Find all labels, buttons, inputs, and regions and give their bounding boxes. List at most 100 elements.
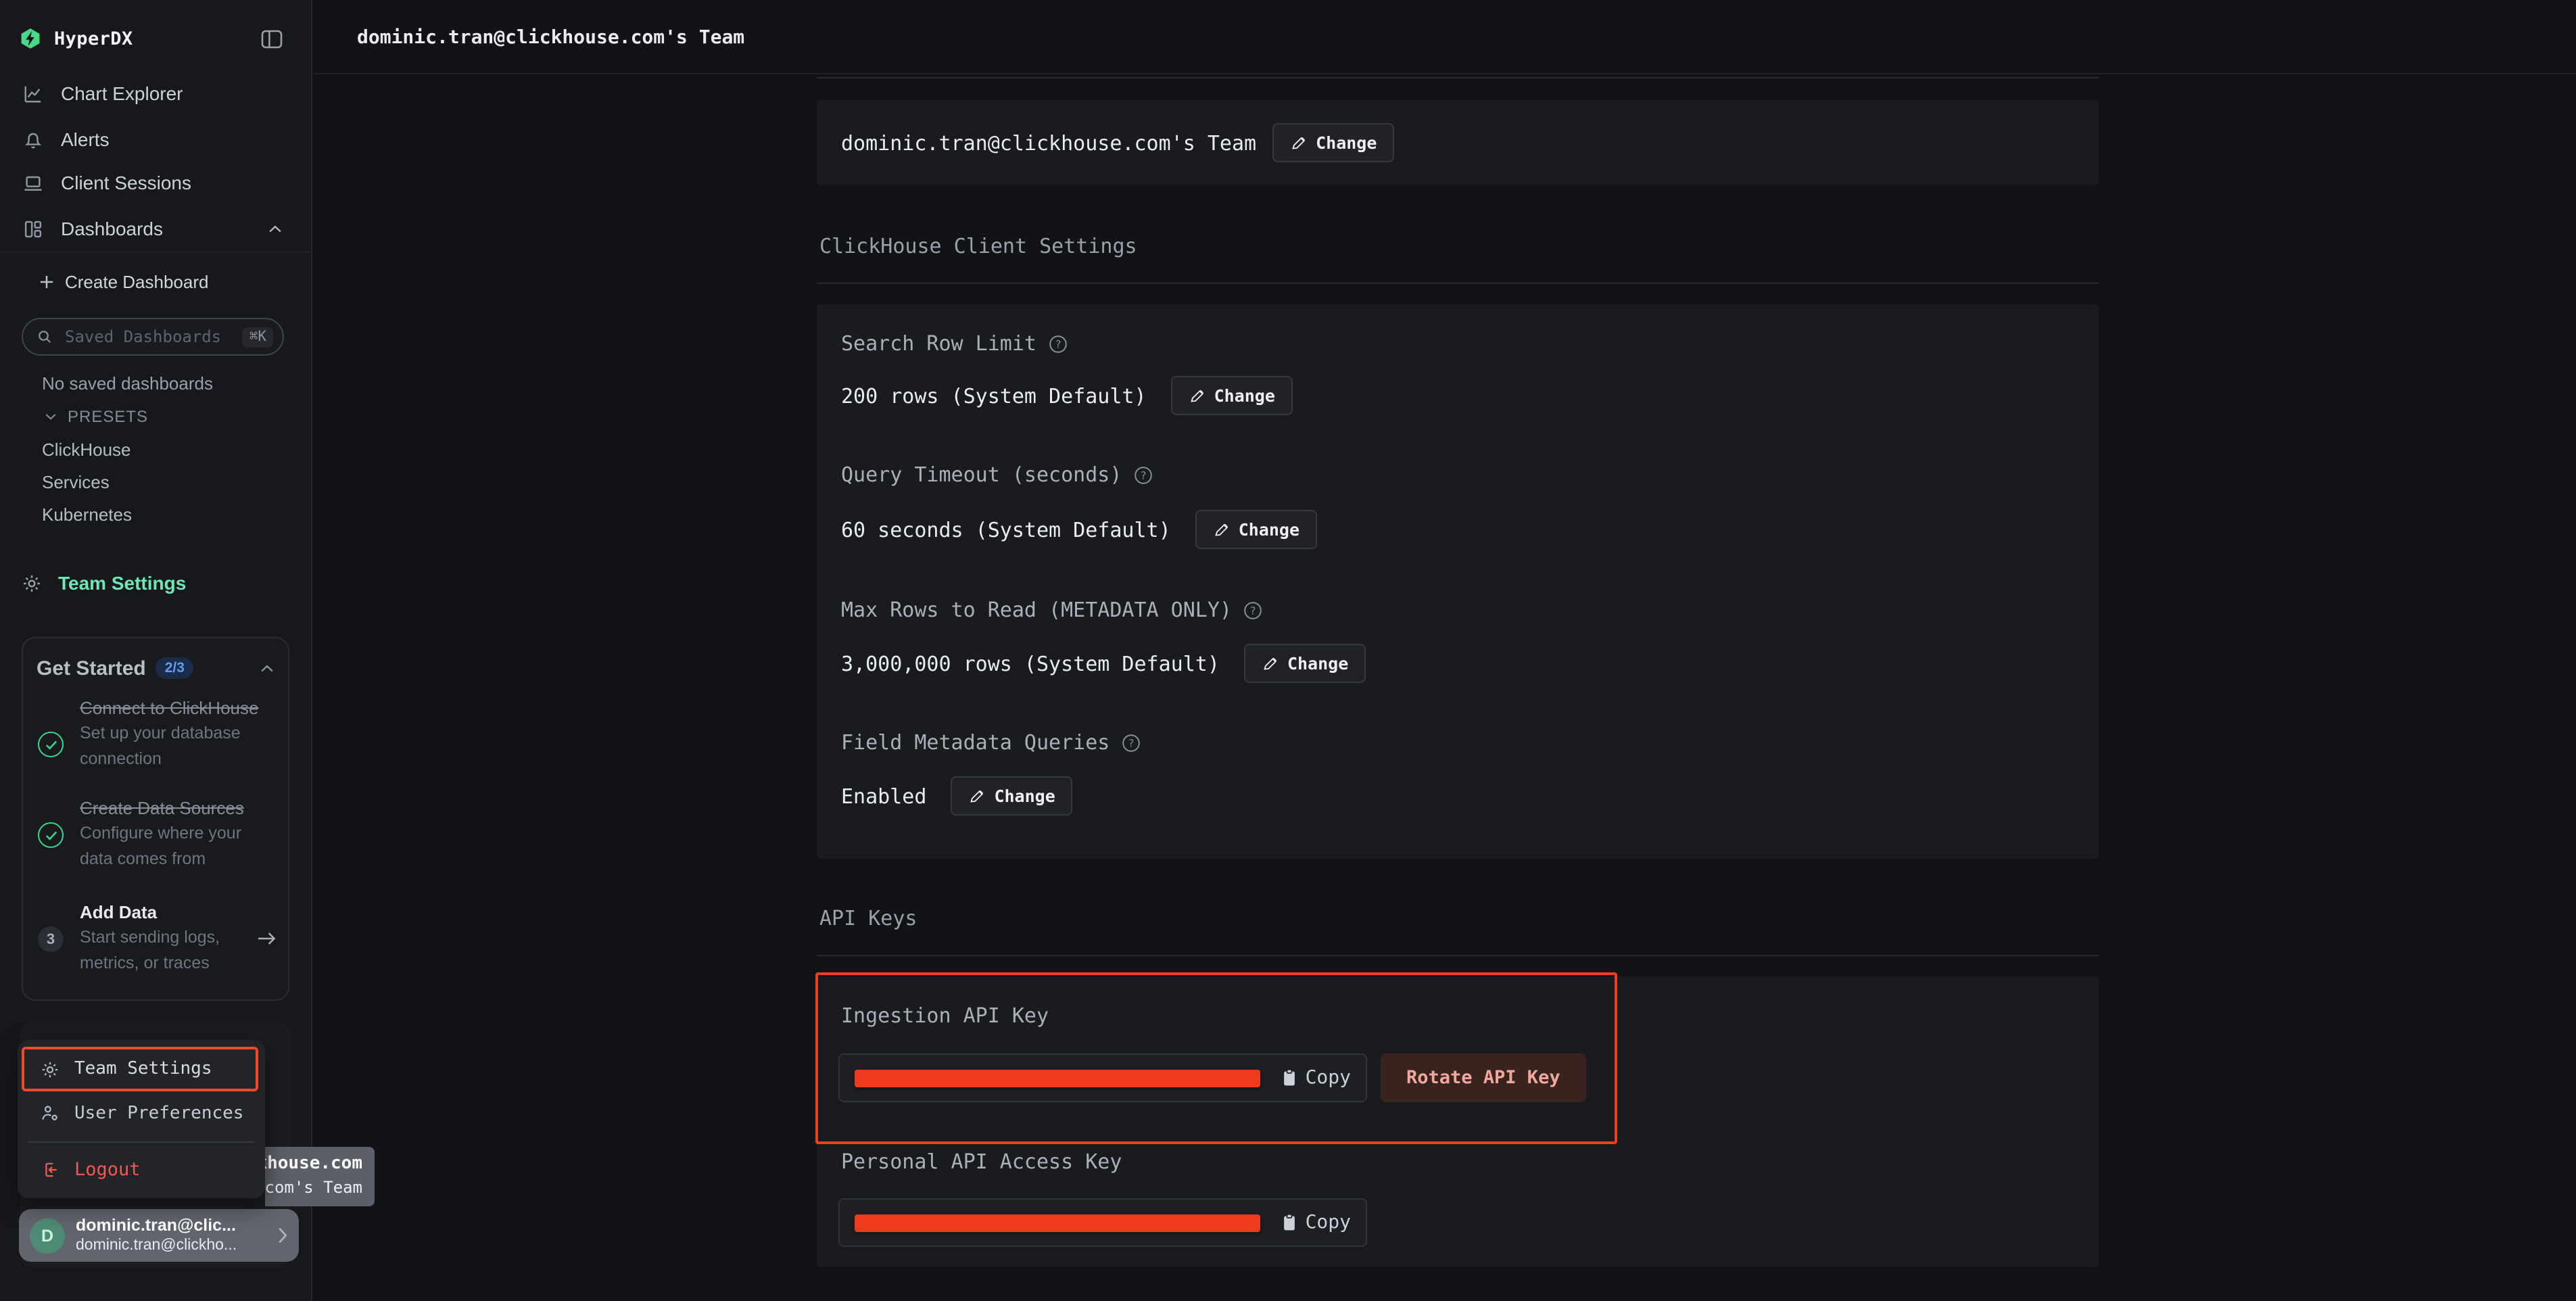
personal-key-field: Copy bbox=[838, 1198, 1367, 1247]
user-email: dominic.tran@clickho... bbox=[76, 1236, 237, 1255]
section-divider bbox=[817, 283, 2099, 284]
change-label: Change bbox=[1287, 653, 1348, 673]
section-title-client-settings: ClickHouse Client Settings bbox=[819, 234, 1137, 258]
ingestion-key-field: Copy bbox=[838, 1054, 1367, 1102]
page-header: dominic.tran@clickhouse.com's Team bbox=[314, 0, 2576, 74]
sidebar-item-chart-explorer[interactable]: Chart Explorer bbox=[0, 74, 311, 112]
change-label: Change bbox=[994, 786, 1055, 806]
change-label: Change bbox=[1316, 133, 1377, 153]
chevron-up-icon bbox=[268, 224, 283, 233]
preset-clickhouse[interactable]: ClickHouse bbox=[42, 440, 131, 460]
ingestion-key-label: Ingestion API Key bbox=[841, 1003, 1049, 1028]
tooltip-email: dominic.tran@clickhouse.com bbox=[265, 1152, 362, 1177]
create-dashboard-button[interactable]: Create Dashboard bbox=[0, 264, 311, 300]
user-name: dominic.tran@clic... bbox=[76, 1216, 237, 1236]
sidebar-item-client-sessions[interactable]: Client Sessions bbox=[0, 164, 311, 202]
presets-section-toggle[interactable]: PRESETS bbox=[45, 407, 148, 426]
copy-ingestion-key-button[interactable]: Copy bbox=[1281, 1067, 1351, 1089]
copy-personal-key-button[interactable]: Copy bbox=[1281, 1212, 1351, 1233]
svg-text:?: ? bbox=[1140, 469, 1147, 481]
help-icon[interactable]: ? bbox=[1243, 600, 1263, 620]
redacted-key-bar bbox=[855, 1069, 1260, 1087]
pencil-icon bbox=[1262, 655, 1278, 671]
setting-row: 60 seconds (System Default) Change bbox=[841, 510, 1317, 549]
preset-services[interactable]: Services bbox=[42, 472, 110, 492]
help-icon[interactable]: ? bbox=[1132, 465, 1153, 485]
sidebar-item-label: Client Sessions bbox=[61, 172, 191, 193]
page-title: dominic.tran@clickhouse.com's Team bbox=[357, 27, 744, 49]
ingestion-key-row: Copy Rotate API Key bbox=[838, 1054, 1586, 1102]
change-field-metadata-button[interactable]: Change bbox=[951, 776, 1072, 815]
step-description: Start sending logs, metrics, or traces bbox=[80, 925, 266, 976]
change-team-name-button[interactable]: Change bbox=[1272, 123, 1394, 162]
menu-item-user-preferences[interactable]: User Preferences bbox=[18, 1094, 265, 1132]
check-circle-icon bbox=[38, 822, 64, 848]
menu-item-team-settings[interactable]: Team Settings bbox=[22, 1047, 258, 1091]
gear-icon bbox=[41, 1060, 59, 1079]
setting-row: 200 rows (System Default) Change bbox=[841, 376, 1293, 415]
chevron-up-icon bbox=[260, 663, 275, 673]
help-icon[interactable]: ? bbox=[1120, 732, 1141, 753]
menu-label: Team Settings bbox=[74, 1059, 212, 1079]
pencil-icon bbox=[1189, 387, 1205, 404]
get-started-card: Get Started 2/3 Connect to ClickHouse Se… bbox=[22, 637, 289, 1001]
change-label: Change bbox=[1214, 385, 1275, 406]
collapse-sidebar-icon[interactable] bbox=[261, 30, 283, 49]
pencil-icon bbox=[1213, 521, 1229, 538]
sidebar-item-label: Chart Explorer bbox=[61, 82, 183, 104]
redacted-key-bar bbox=[855, 1214, 1260, 1231]
team-settings-label: Team Settings bbox=[58, 572, 186, 594]
menu-item-logout[interactable]: Logout bbox=[18, 1151, 265, 1189]
sidebar-divider bbox=[0, 252, 312, 253]
menu-label: User Preferences bbox=[74, 1103, 243, 1123]
account-menu: Team Settings User Preferences Logout bbox=[18, 1040, 265, 1198]
preset-kubernetes[interactable]: Kubernetes bbox=[42, 504, 132, 525]
laptop-icon bbox=[23, 172, 43, 193]
change-max-rows-button[interactable]: Change bbox=[1244, 644, 1366, 683]
copy-label: Copy bbox=[1306, 1067, 1351, 1089]
sidebar-item-label: Alerts bbox=[61, 128, 110, 150]
get-started-step-2[interactable]: Create Data Sources Configure where your… bbox=[80, 795, 266, 872]
step-description: Configure where your data comes from bbox=[80, 821, 266, 872]
get-started-header[interactable]: Get Started 2/3 bbox=[37, 655, 275, 682]
tooltip-team: dominic.tran@clickhouse.com's Team bbox=[265, 1177, 362, 1200]
sidebar-item-label: Dashboards bbox=[61, 218, 163, 239]
setting-value: 60 seconds (System Default) bbox=[841, 517, 1171, 542]
avatar: D bbox=[30, 1218, 65, 1253]
arrow-right-icon[interactable] bbox=[256, 929, 277, 948]
dashboards-grid-icon bbox=[23, 218, 43, 239]
sidebar-item-team-settings[interactable]: Team Settings bbox=[22, 569, 186, 596]
hyperdx-logo-icon bbox=[19, 27, 42, 50]
svg-text:?: ? bbox=[1128, 736, 1135, 749]
logo-text: HyperDX bbox=[54, 28, 133, 49]
rotate-api-key-button[interactable]: Rotate API Key bbox=[1381, 1054, 1586, 1102]
menu-divider bbox=[28, 1141, 254, 1143]
team-tooltip: dominic.tran@clickhouse.com dominic.tran… bbox=[265, 1147, 375, 1206]
shortcut-badge: ⌘K bbox=[243, 327, 273, 347]
setting-label: Search Row Limit ? bbox=[841, 331, 1068, 356]
get-started-step-1[interactable]: Connect to ClickHouse Set up your databa… bbox=[80, 695, 266, 772]
search-input[interactable] bbox=[62, 326, 233, 348]
menu-label: Logout bbox=[74, 1159, 141, 1181]
user-account-chip[interactable]: D dominic.tran@clic... dominic.tran@clic… bbox=[19, 1209, 299, 1262]
sidebar-item-alerts[interactable]: Alerts bbox=[0, 120, 311, 158]
setting-value: 3,000,000 rows (System Default) bbox=[841, 651, 1220, 676]
team-name-card: dominic.tran@clickhouse.com's Team Chang… bbox=[817, 100, 2099, 185]
client-settings-card: Search Row Limit ? 200 rows (System Defa… bbox=[817, 304, 2099, 859]
section-title-api-keys: API Keys bbox=[819, 906, 917, 930]
change-query-timeout-button[interactable]: Change bbox=[1195, 510, 1317, 549]
clipboard-icon bbox=[1281, 1213, 1299, 1232]
svg-text:?: ? bbox=[1249, 604, 1256, 617]
app-logo[interactable]: HyperDX bbox=[19, 24, 133, 53]
api-keys-card: Ingestion API Key Copy Rotate API Key Pe… bbox=[817, 976, 2099, 1267]
sidebar-item-dashboards[interactable]: Dashboards bbox=[0, 210, 311, 247]
step-title: Connect to ClickHouse bbox=[80, 695, 266, 721]
pencil-icon bbox=[968, 788, 984, 804]
change-search-row-limit-button[interactable]: Change bbox=[1171, 376, 1293, 415]
create-dashboard-label: Create Dashboard bbox=[65, 272, 208, 292]
no-saved-dashboards-text: No saved dashboards bbox=[42, 373, 213, 394]
get-started-step-3[interactable]: Add Data Start sending logs, metrics, or… bbox=[80, 899, 266, 976]
chevron-right-icon bbox=[277, 1227, 288, 1244]
step-title: Add Data bbox=[80, 899, 266, 925]
help-icon[interactable]: ? bbox=[1047, 333, 1068, 354]
